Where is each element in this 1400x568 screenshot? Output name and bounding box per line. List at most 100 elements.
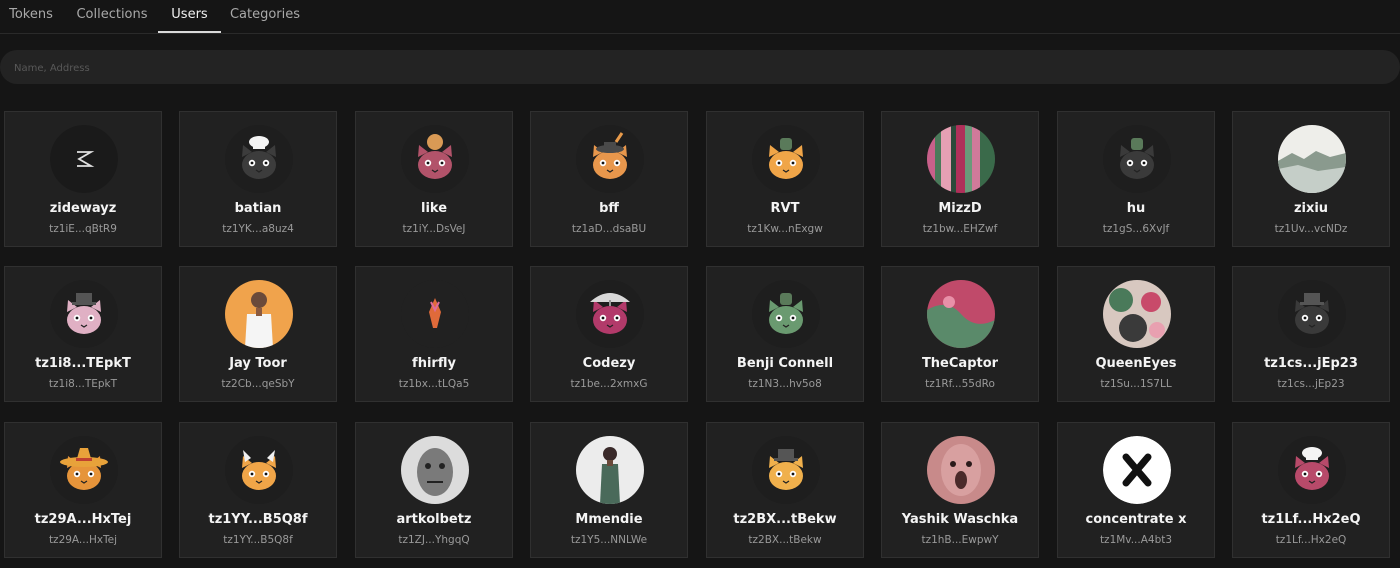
user-name: Mmendie xyxy=(575,512,643,527)
cat-pink-chef-icon xyxy=(1278,436,1346,504)
user-card[interactable]: bff tz1aD...dsaBU xyxy=(530,111,688,247)
tab-categories[interactable]: Categories xyxy=(224,0,306,32)
user-card[interactable]: fhirfly tz1bx...tLQa5 xyxy=(355,266,513,402)
cat-feather-hat-icon xyxy=(576,125,644,193)
cat-orange-icon xyxy=(752,125,820,193)
user-address: tz1Su...1S7LL xyxy=(1100,378,1172,390)
tab-users[interactable]: Users xyxy=(158,0,221,33)
search-input[interactable] xyxy=(12,50,1386,86)
user-name: TheCaptor xyxy=(921,356,999,371)
abstract-pattern-icon xyxy=(1103,280,1171,348)
cat-dark-hat-icon xyxy=(1278,280,1346,348)
user-card[interactable]: Codezy tz1be...2xmxG xyxy=(530,266,688,402)
user-card[interactable]: concentrate x tz1Mv...A4bt3 xyxy=(1057,422,1215,558)
user-card[interactable]: TheCaptor tz1Rf...55dRo xyxy=(881,266,1039,402)
user-address: tz1iY...DsVeJ xyxy=(402,223,466,235)
user-card[interactable]: tz2BX...tBekw tz2BX...tBekw xyxy=(706,422,864,558)
flame-symbol-icon xyxy=(401,280,469,348)
user-address: tz29A...HxTej xyxy=(48,534,118,546)
bw-face-art-icon xyxy=(401,436,469,504)
user-address: tz1Lf...Hx2eQ xyxy=(1275,534,1347,546)
user-card[interactable]: tz1Lf...Hx2eQ tz1Lf...Hx2eQ xyxy=(1232,422,1390,558)
user-name: QueenEyes xyxy=(1095,356,1177,371)
user-name: tz1cs...jEp23 xyxy=(1264,356,1358,371)
user-name: artkolbetz xyxy=(396,512,472,527)
user-card[interactable]: tz1i8...TEpkT tz1i8...TEpkT xyxy=(4,266,162,402)
user-card[interactable]: hu tz1gS...6XvJf xyxy=(1057,111,1215,247)
user-address: tz1bw...EHZwf xyxy=(922,223,998,235)
user-name: zixiu xyxy=(1293,201,1329,216)
user-address: tz1i8...TEpkT xyxy=(48,378,118,390)
user-address: tz1hB...EwpwY xyxy=(921,534,999,546)
user-card[interactable]: tz1YY...B5Q8f tz1YY...B5Q8f xyxy=(179,422,337,558)
user-name: concentrate x xyxy=(1085,512,1187,527)
glitch-art-icon xyxy=(927,125,995,193)
cat-sombrero-icon xyxy=(50,436,118,504)
cat-bun-icon xyxy=(401,125,469,193)
user-name: batian xyxy=(234,201,282,216)
user-name: zidewayz xyxy=(49,201,117,216)
zigzag-logo-icon xyxy=(50,125,118,193)
cat-yellow-icon xyxy=(752,436,820,504)
user-name: Codezy xyxy=(582,356,636,371)
cat-horns-icon xyxy=(225,436,293,504)
cat-chef-hat-icon xyxy=(225,125,293,193)
user-address: tz1be...2xmxG xyxy=(570,378,648,390)
user-name: Benji Connell xyxy=(736,356,834,371)
user-address: tz1bx...tLQa5 xyxy=(398,378,470,390)
user-name: fhirfly xyxy=(412,356,456,371)
user-card[interactable]: Jay Toor tz2Cb...qeSbY xyxy=(179,266,337,402)
user-address: tz1cs...jEp23 xyxy=(1277,378,1345,390)
user-address: tz1Kw...nExgw xyxy=(747,223,823,235)
user-name: Yashik Waschka xyxy=(901,512,1019,527)
user-address: tz2BX...tBekw xyxy=(748,534,822,546)
user-card[interactable]: artkolbetz tz1ZJ...YhgqQ xyxy=(355,422,513,558)
user-name: like xyxy=(420,201,448,216)
user-name: RVT xyxy=(770,201,800,216)
user-address: tz1Y5...NNLWe xyxy=(570,534,648,546)
user-card[interactable]: Yashik Waschka tz1hB...EwpwY xyxy=(881,422,1039,558)
user-address: tz1N3...hv5o8 xyxy=(748,378,822,390)
user-card[interactable]: tz1cs...jEp23 tz1cs...jEp23 xyxy=(1232,266,1390,402)
user-address: tz1Rf...55dRo xyxy=(925,378,995,390)
tab-bar: Tokens Collections Users Categories xyxy=(0,0,1400,34)
user-name: bff xyxy=(599,201,619,216)
user-card[interactable]: batian tz1YK...a8uz4 xyxy=(179,111,337,247)
user-address: tz1Uv...vcNDz xyxy=(1274,223,1348,235)
user-name: Jay Toor xyxy=(229,356,287,371)
user-address: tz1YK...a8uz4 xyxy=(222,223,294,235)
user-card[interactable]: like tz1iY...DsVeJ xyxy=(355,111,513,247)
tab-collections[interactable]: Collections xyxy=(68,0,156,32)
user-card[interactable]: MizzD tz1bw...EHZwf xyxy=(881,111,1039,247)
user-address: tz1ZJ...YhgqQ xyxy=(398,534,470,546)
user-card[interactable]: Mmendie tz1Y5...NNLWe xyxy=(530,422,688,558)
user-name: hu xyxy=(1126,201,1146,216)
user-card[interactable]: RVT tz1Kw...nExgw xyxy=(706,111,864,247)
user-address: tz1YY...B5Q8f xyxy=(223,534,293,546)
user-card[interactable]: Benji Connell tz1N3...hv5o8 xyxy=(706,266,864,402)
cat-green-icon xyxy=(752,280,820,348)
user-card[interactable]: QueenEyes tz1Su...1S7LL xyxy=(1057,266,1215,402)
abstract-pink-icon xyxy=(927,280,995,348)
user-address: tz1gS...6XvJf xyxy=(1102,223,1170,235)
user-address: tz1iE...qBtR9 xyxy=(49,223,117,235)
user-name: tz1i8...TEpkT xyxy=(35,356,131,371)
user-name: tz2BX...tBekw xyxy=(733,512,837,527)
user-card[interactable]: zixiu tz1Uv...vcNDz xyxy=(1232,111,1390,247)
cat-umbrella-icon xyxy=(576,280,644,348)
user-card[interactable]: zidewayz tz1iE...qBtR9 xyxy=(4,111,162,247)
user-address: tz1aD...dsaBU xyxy=(571,223,647,235)
search-bar xyxy=(0,50,1400,86)
cat-pink-icon xyxy=(50,280,118,348)
tab-tokens[interactable]: Tokens xyxy=(0,0,62,32)
user-name: tz1YY...B5Q8f xyxy=(208,512,308,527)
user-card[interactable]: tz29A...HxTej tz29A...HxTej xyxy=(4,422,162,558)
x-logo-icon xyxy=(1103,436,1171,504)
landscape-art-icon xyxy=(1278,125,1346,193)
scream-face-art-icon xyxy=(927,436,995,504)
figure-art-icon xyxy=(576,436,644,504)
user-address: tz2Cb...qeSbY xyxy=(221,378,295,390)
user-name: MizzD xyxy=(938,201,982,216)
user-name: tz29A...HxTej xyxy=(34,512,132,527)
user-name: tz1Lf...Hx2eQ xyxy=(1261,512,1361,527)
